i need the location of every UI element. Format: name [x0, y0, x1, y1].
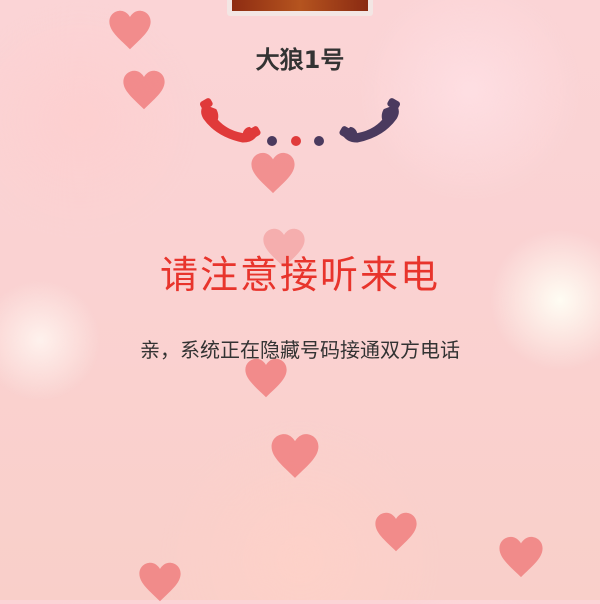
heart-icon	[139, 562, 181, 602]
caller-phone-icon	[199, 98, 261, 143]
caller-avatar	[227, 0, 373, 16]
heart-icon	[499, 536, 543, 578]
call-status-message: 亲，系统正在隐藏号码接通双方电话	[140, 338, 460, 362]
incoming-call-title: 请注意接听来电	[159, 253, 440, 297]
heart-icon	[375, 512, 417, 552]
heart-icon	[271, 434, 319, 478]
callee-phone-icon	[339, 98, 401, 143]
caller-name: 大狼1号	[255, 46, 345, 74]
call-connecting-indicator	[190, 86, 410, 166]
ellipsis-icon	[267, 136, 324, 146]
